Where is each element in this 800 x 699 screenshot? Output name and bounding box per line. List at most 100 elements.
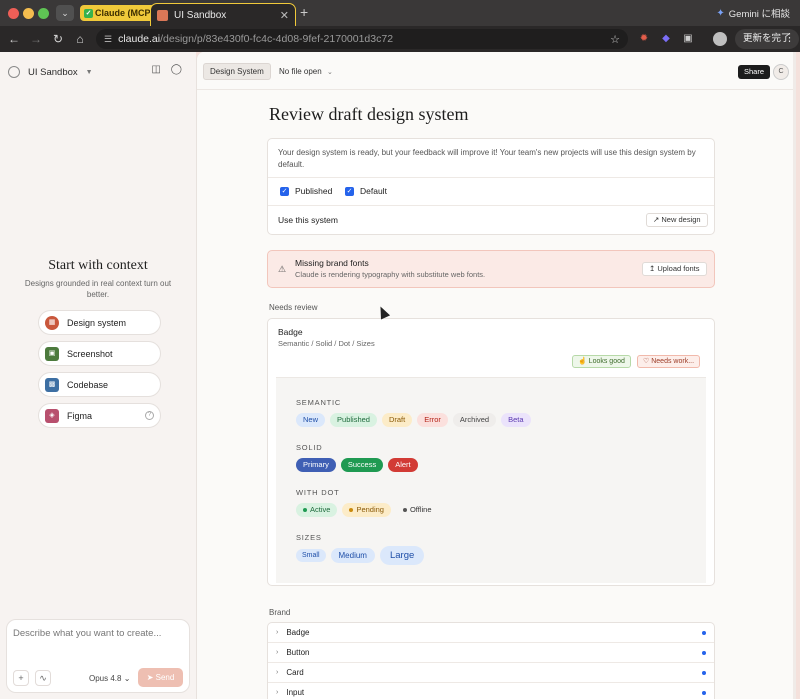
attach-plus-icon[interactable]: + — [13, 670, 29, 686]
model-selector[interactable]: Opus 4.8 ⌄ — [89, 674, 130, 683]
badge-label: Error — [424, 415, 441, 424]
status-dot-icon — [702, 650, 706, 655]
context-item-figma[interactable]: ◈ Figma ? — [38, 403, 161, 428]
home-icon[interactable]: ⌂ — [72, 31, 88, 47]
dot-badges: Active Pending Offline — [296, 503, 439, 517]
gemini-star-icon: ✦ — [716, 7, 725, 19]
extension-gem-icon[interactable]: ◆ — [659, 32, 673, 46]
solid-badge: Primary — [296, 458, 336, 472]
divider — [268, 205, 714, 206]
group-label-semantic: SEMANTIC — [296, 398, 342, 407]
toggle-sidebar-icon[interactable]: ◫ — [151, 64, 160, 75]
back-arrow-icon[interactable]: ← — [6, 31, 22, 47]
new-design-button[interactable]: ↗ New design — [646, 213, 708, 227]
published-checkbox[interactable]: ✓ Published — [280, 186, 332, 196]
default-checkbox[interactable]: ✓ Default — [345, 186, 387, 196]
context-item-design-system[interactable]: ▦ Design system — [38, 310, 161, 335]
send-button[interactable]: ➤ Send — [138, 668, 183, 687]
context-item-label: Figma — [67, 410, 93, 421]
main-scrollbar[interactable] — [793, 52, 796, 699]
tab-label: UI Sandbox — [174, 9, 227, 21]
chevron-right-icon: › — [276, 689, 279, 696]
extension-bug-icon[interactable]: ✹ — [637, 32, 651, 46]
component-title: Badge — [278, 327, 303, 337]
profile-avatar-icon[interactable] — [713, 32, 727, 46]
share-button[interactable]: Share — [738, 65, 771, 79]
solid-badge: Alert — [388, 458, 418, 472]
brand-list-item[interactable]: › Badge — [268, 623, 714, 643]
brand-item-label: Input — [286, 688, 305, 697]
context-subtitle: Designs grounded in real context turn ou… — [24, 279, 172, 299]
project-name[interactable]: UI Sandbox — [28, 67, 78, 78]
minimize-window-button[interactable] — [23, 8, 34, 19]
needs-work-button[interactable]: ♡ Needs work... — [637, 355, 701, 368]
design-system-button[interactable]: Design System — [203, 63, 271, 80]
checkbox-checked-icon[interactable]: ✓ — [280, 186, 289, 196]
voice-waveform-icon[interactable]: ∿ — [35, 670, 51, 686]
tab-search-button[interactable]: ⌄ — [56, 5, 74, 21]
dot-badge: Offline — [395, 503, 439, 517]
prompt-input[interactable] — [13, 628, 183, 639]
gemini-button[interactable]: ✦ Gemini に相談 — [716, 6, 790, 21]
context-item-screenshot[interactable]: ▣ Screenshot — [38, 341, 161, 366]
status-dot-icon — [402, 508, 407, 513]
site-settings-icon[interactable]: ☰ — [104, 34, 112, 45]
brand-list-item[interactable]: › Button — [268, 643, 714, 663]
default-label: Default — [360, 186, 387, 196]
badge-label: Draft — [388, 415, 406, 424]
warning-icon: ⚠ — [278, 264, 287, 274]
tab-claude-mcp[interactable]: ✓ Claude (MCP) — [80, 5, 160, 21]
badge-label: New — [303, 415, 319, 424]
chevron-right-icon: › — [276, 649, 279, 656]
badge-label: Archived — [459, 415, 490, 424]
close-window-button[interactable] — [8, 8, 19, 19]
design-system-icon: ▦ — [45, 315, 59, 330]
alert-title: Missing brand fonts — [295, 258, 369, 268]
send-label: Send — [155, 673, 175, 682]
checkbox-checked-icon[interactable]: ✓ — [345, 186, 354, 196]
chevron-down-icon[interactable]: ▼ — [86, 69, 93, 76]
needs-review-label: Needs review — [269, 303, 318, 312]
status-dot-icon — [702, 690, 706, 695]
upload-fonts-button[interactable]: ↥ Upload fonts — [642, 262, 707, 276]
forward-arrow-icon[interactable]: → — [28, 31, 44, 47]
looks-good-button[interactable]: ☝ Looks good — [572, 355, 631, 368]
context-item-codebase[interactable]: ▩ Codebase — [38, 372, 161, 397]
file-selector[interactable]: No file open ⌄ — [279, 67, 333, 76]
extensions-puzzle-icon[interactable]: ▣ — [681, 32, 695, 46]
main-panel: Design System No file open ⌄ Share C Rev… — [196, 52, 796, 699]
chat-icon[interactable]: ◯ — [171, 64, 182, 75]
size-badges: Small Medium Large — [296, 546, 425, 565]
brand-list-item[interactable]: › Card — [268, 663, 714, 683]
send-arrow-icon: ➤ — [146, 673, 154, 682]
reload-icon[interactable]: ↻ — [50, 31, 66, 47]
sizes-badge: Small — [296, 549, 326, 562]
bookmark-star-icon[interactable]: ☆ — [610, 33, 620, 46]
context-item-label: Screenshot — [67, 348, 113, 359]
divider — [268, 177, 714, 178]
brand-list-item[interactable]: › Input — [268, 683, 714, 699]
project-header: UI Sandbox ▼ ◫ ◯ — [8, 64, 188, 80]
brand-item-label: Button — [286, 648, 310, 657]
help-icon[interactable]: ? — [145, 411, 154, 420]
claude-logo-icon — [8, 66, 20, 78]
upload-label: Upload fonts — [657, 264, 700, 273]
url-field[interactable]: ☰ claude.ai/design/p/83e430f0-fc4c-4d08-… — [96, 29, 628, 49]
sizes-badge: Medium — [330, 548, 375, 563]
browser-tab-bar: ⌄ ✓ Claude (MCP) UI Sandbox ✕ + ✦ Gemini… — [0, 0, 800, 26]
browser-address-bar: ← → ↻ ⌂ ☰ claude.ai/design/p/83e430f0-fc… — [0, 26, 800, 52]
avatar[interactable]: C — [773, 64, 789, 80]
figma-icon: ◈ — [45, 408, 59, 423]
alert-subtitle: Claude is rendering typography with subs… — [295, 270, 486, 279]
sidebar-actions: ◫ ◯ — [151, 64, 182, 75]
file-label: No file open — [279, 67, 322, 76]
badge-label: Pending — [356, 505, 384, 514]
close-tab-icon[interactable]: ✕ — [280, 9, 289, 22]
badge-label: Success — [347, 460, 377, 469]
browser-menu-icon[interactable]: ⋮ — [784, 31, 795, 44]
badge-label: Small — [302, 552, 320, 559]
context-item-label: Codebase — [67, 379, 109, 390]
tab-ui-sandbox[interactable]: UI Sandbox ✕ — [150, 3, 296, 26]
new-tab-button[interactable]: + — [300, 5, 308, 19]
maximize-window-button[interactable] — [38, 8, 49, 19]
